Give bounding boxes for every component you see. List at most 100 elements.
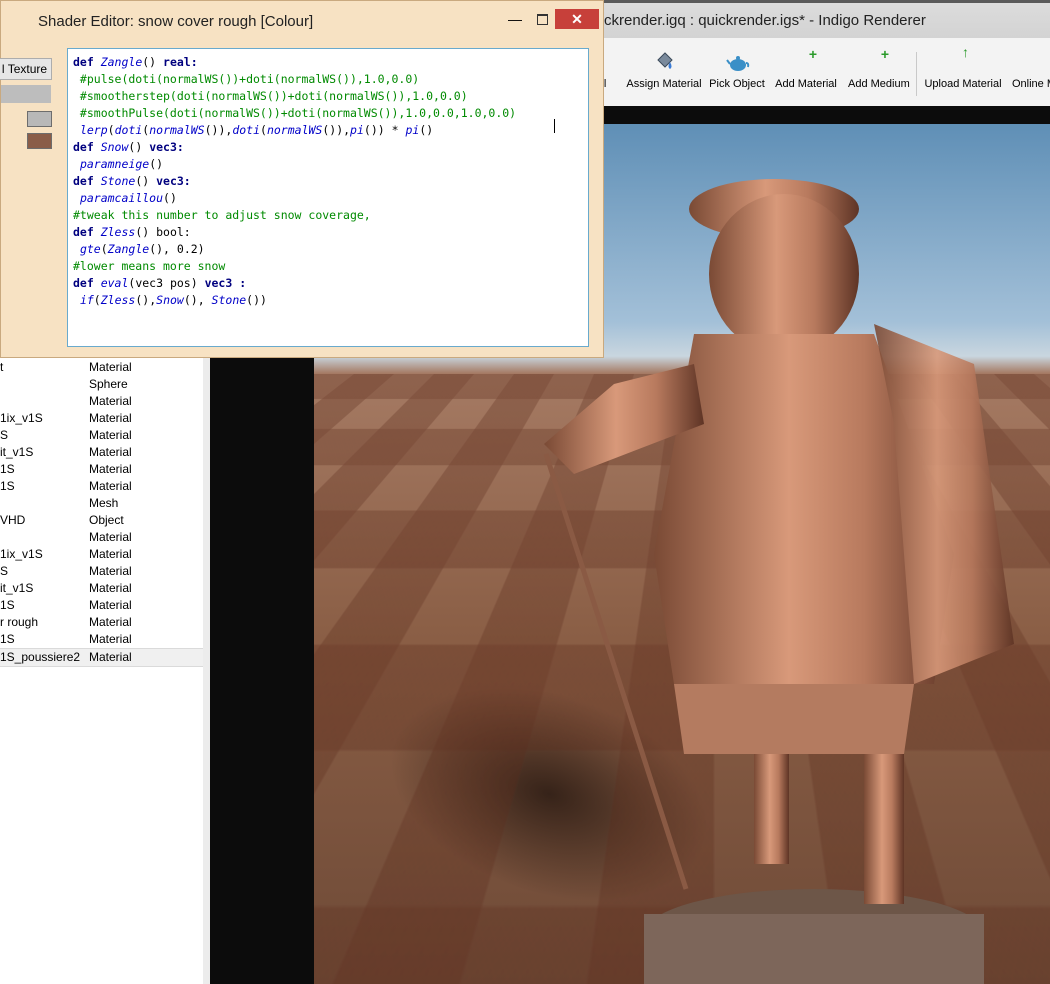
scene-list-row[interactable]: it_v1S Material <box>0 444 203 461</box>
scene-item-name: it_v1S <box>0 580 86 597</box>
scene-item-name: 1S <box>0 597 86 614</box>
scene-list-row[interactable]: Material <box>0 529 203 546</box>
scene-list-row[interactable]: Material <box>0 393 203 410</box>
scene-item-name: VHD <box>0 512 86 529</box>
code-text <box>73 242 80 256</box>
upload-material-button[interactable]: ↑ Upload Material <box>924 50 1002 102</box>
code-line: lerp(doti(normalWS()),doti(normalWS()),p… <box>73 122 433 139</box>
code-line: gte(Zangle(), 0.2) <box>73 241 205 258</box>
panel-splitter[interactable] <box>203 358 210 984</box>
code-text: () <box>419 123 433 137</box>
code-text: () bool: <box>135 225 190 239</box>
code-text <box>73 123 80 137</box>
scene-item-name: 1S <box>0 461 86 478</box>
texture-button[interactable]: l Texture <box>0 58 52 80</box>
minimize-button[interactable]: — <box>504 9 526 29</box>
code-text: () <box>163 191 177 205</box>
scene-list-panel: t Material Sphere Material 1ix_v1S Material S M… <box>0 358 204 984</box>
scene-list-row[interactable]: S Material <box>0 427 203 444</box>
scene-item-name: r rough <box>0 614 86 631</box>
shader-editor-dialog: Shader Editor: snow cover rough [Colour]… <box>0 0 604 358</box>
maximize-icon <box>537 14 548 25</box>
parameter-bar[interactable] <box>1 85 51 103</box>
scene-item-type: Material <box>89 614 132 631</box>
shader-code-editor[interactable]: def Zangle() real: #pulse(doti(normalWS(… <box>67 48 589 347</box>
code-function: normalWS <box>149 123 204 137</box>
code-line: #lower means more snow <box>73 258 225 275</box>
add-material-button[interactable]: + Add Material <box>774 50 838 102</box>
close-button[interactable]: ✕ <box>555 9 599 29</box>
scene-item-type: Material <box>89 649 132 666</box>
scene-item-name: 1ix_v1S <box>0 410 86 427</box>
main-toolbar: al Assign Material Pick Object + Add Mat… <box>600 38 1050 107</box>
code-function: Zangle <box>101 55 143 69</box>
scene-item-type: Material <box>89 444 132 461</box>
scene-item-type: Material <box>89 461 132 478</box>
code-text: (), 0.2) <box>149 242 204 256</box>
paint-bucket-icon <box>653 50 675 74</box>
code-function: if <box>80 293 94 307</box>
code-text: ()), <box>205 123 233 137</box>
scene-list-row[interactable]: it_v1S Material <box>0 580 203 597</box>
pick-object-button[interactable]: Pick Object <box>708 50 766 102</box>
scene-item-type: Material <box>89 563 132 580</box>
code-line: #smoothPulse(doti(normalWS())+doti(norma… <box>73 105 516 122</box>
scene-item-type: Mesh <box>89 495 118 512</box>
upload-material-label: Upload Material <box>924 78 1002 90</box>
code-text: (vec3 pos) <box>128 276 204 290</box>
code-comment: #lower means more snow <box>73 259 225 273</box>
shader-editor-title: Shader Editor: snow cover rough [Colour] <box>38 13 313 30</box>
code-function: lerp <box>80 123 108 137</box>
scene-item-name: it_v1S <box>0 444 86 461</box>
scene-item-name: t <box>0 359 86 376</box>
pick-object-label: Pick Object <box>708 78 766 90</box>
code-keyword: real: <box>163 55 198 69</box>
code-keyword: def <box>73 140 101 154</box>
code-line: def Snow() vec3: <box>73 139 184 156</box>
assign-material-button[interactable]: Assign Material <box>624 50 704 102</box>
code-keyword: def <box>73 276 101 290</box>
maximize-button[interactable] <box>531 9 553 29</box>
scene-item-name: 1S <box>0 478 86 495</box>
scene-list-row[interactable]: 1S Material <box>0 597 203 614</box>
code-line: def eval(vec3 pos) vec3 : <box>73 275 246 292</box>
scene-list-row[interactable]: S Material <box>0 563 203 580</box>
color-swatch-stone[interactable] <box>27 133 52 149</box>
scene-item-name: 1S_poussiere2 <box>0 649 86 666</box>
code-text: ()) * <box>364 123 406 137</box>
code-line: if(Zless(),Snow(), Stone()) <box>73 292 267 309</box>
code-text: () <box>149 157 163 171</box>
add-material-label: Add Material <box>774 78 838 90</box>
scene-item-type: Material <box>89 359 132 376</box>
code-function: Stone <box>212 293 247 307</box>
code-function: Stone <box>101 174 136 188</box>
online-materials-label: Online M <box>1012 78 1050 90</box>
scene-list-row[interactable]: r rough Material <box>0 614 203 631</box>
scene-item-type: Material <box>89 393 132 410</box>
main-window-title: ckrender.igq : quickrender.igs* - Indigo… <box>604 12 926 29</box>
code-function: normalWS <box>267 123 322 137</box>
scene-list-row[interactable]: Sphere <box>0 376 203 393</box>
scene-list-row[interactable]: 1ix_v1S Material <box>0 546 203 563</box>
add-medium-icon: + <box>867 50 889 74</box>
code-comment: #tweak this number to adjust snow covera… <box>73 208 371 222</box>
scene-list-row[interactable]: VHD Object <box>0 512 203 529</box>
scene-list-row[interactable]: 1S_poussiere2 Material <box>0 648 203 667</box>
code-function: gte <box>80 242 101 256</box>
code-comment: #pulse(doti(normalWS())+doti(normalWS())… <box>73 72 419 86</box>
code-function: paramcaillou <box>80 191 163 205</box>
scene-list-row[interactable]: t Material <box>0 359 203 376</box>
code-function: doti <box>232 123 260 137</box>
add-medium-button[interactable]: + Add Medium <box>848 50 908 102</box>
scene-list-row[interactable]: Mesh <box>0 495 203 512</box>
scene-list-row[interactable]: 1S Material <box>0 631 203 648</box>
color-swatch-snow[interactable] <box>27 111 52 127</box>
online-materials-button[interactable]: Online M <box>1012 50 1050 102</box>
code-line: paramcaillou() <box>73 190 177 207</box>
code-text: ( <box>260 123 267 137</box>
scene-list-row[interactable]: 1ix_v1S Material <box>0 410 203 427</box>
scene-item-type: Object <box>89 512 124 529</box>
scene-list-row[interactable]: 1S Material <box>0 478 203 495</box>
code-line: def Zangle() real: <box>73 54 198 71</box>
scene-list-row[interactable]: 1S Material <box>0 461 203 478</box>
